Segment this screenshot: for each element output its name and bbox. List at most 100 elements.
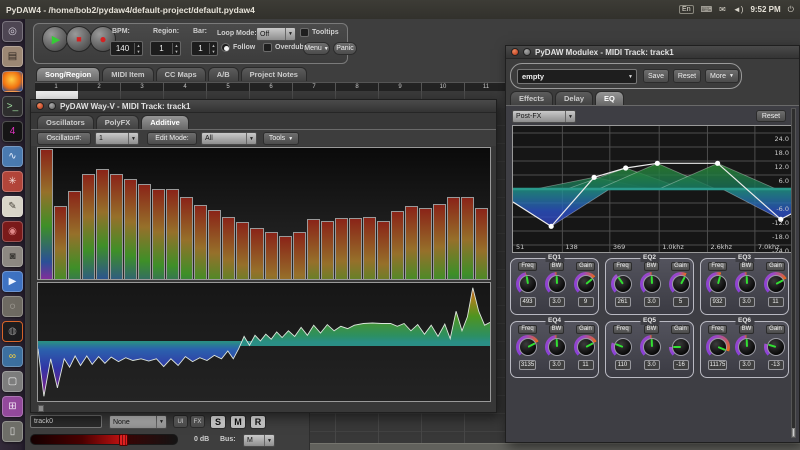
- bus-select[interactable]: M ▼: [243, 434, 275, 447]
- bar-spin-arrows[interactable]: ▲▼: [209, 43, 217, 54]
- harmonic-bar[interactable]: [152, 189, 165, 279]
- eq4-freq-knob[interactable]: [516, 335, 540, 359]
- harmonic-bar[interactable]: [96, 169, 109, 280]
- harmonic-bar[interactable]: [208, 210, 221, 279]
- tab-project-notes[interactable]: Project Notes: [241, 67, 307, 81]
- harmonics-editor[interactable]: [39, 149, 489, 279]
- edit-mode-select[interactable]: All ▼: [201, 132, 257, 145]
- stop-button[interactable]: ■: [66, 26, 92, 52]
- modulex-minimize-icon[interactable]: [523, 48, 531, 56]
- terminal-icon[interactable]: >_: [2, 96, 23, 117]
- preset-save-button[interactable]: Save: [643, 69, 669, 83]
- wavv-bottom-widget[interactable]: [38, 405, 44, 412]
- harmonic-bar[interactable]: [475, 208, 488, 280]
- harmonic-bar[interactable]: [222, 217, 235, 279]
- track-ui-button[interactable]: UI: [173, 415, 188, 428]
- text-editor-icon[interactable]: ✎: [2, 196, 23, 217]
- eq1-gain-knob[interactable]: [574, 272, 598, 296]
- harmonic-bar[interactable]: [405, 206, 418, 279]
- bpm-spinbox[interactable]: 140 ▲▼: [110, 41, 143, 56]
- instrument-select[interactable]: None ▼: [109, 415, 167, 429]
- region-spin-arrows[interactable]: ▲▼: [172, 43, 180, 54]
- dash-home-icon[interactable]: ◎: [2, 21, 23, 42]
- eq-reset-button[interactable]: Reset: [756, 110, 786, 122]
- python-icon[interactable]: ∞: [2, 346, 23, 367]
- eq-node-handle[interactable]: [655, 161, 660, 166]
- eq3-bw-knob[interactable]: [735, 272, 759, 296]
- harmonic-bar[interactable]: [391, 211, 404, 279]
- wavv-titlebar[interactable]: PyDAW Way-V - MIDI Track: track1: [31, 100, 496, 113]
- screenshot-tool-icon[interactable]: ◙: [2, 246, 23, 267]
- clock[interactable]: 9:52 PM: [750, 5, 780, 14]
- bar-spinbox[interactable]: 1 ▲▼: [191, 41, 218, 56]
- volume-slider[interactable]: [30, 434, 178, 445]
- eq2-freq-knob[interactable]: [611, 272, 635, 296]
- eq3-freq-knob[interactable]: [706, 272, 730, 296]
- preset-more-button[interactable]: More ▼: [705, 69, 739, 83]
- loop-mode-select[interactable]: Off ▼: [256, 27, 296, 41]
- harmonic-bar[interactable]: [335, 218, 348, 279]
- eq6-freq-knob[interactable]: [706, 335, 730, 359]
- trash-icon[interactable]: ▯: [2, 421, 23, 442]
- firefox-icon[interactable]: [2, 71, 23, 92]
- harmonic-bar[interactable]: [349, 218, 362, 279]
- wavv-tab-oscillators[interactable]: Oscillators: [37, 115, 94, 129]
- oscillator-number-select[interactable]: 1 ▼: [95, 132, 139, 145]
- eq1-freq-knob[interactable]: [516, 272, 540, 296]
- harmonic-bar[interactable]: [433, 204, 446, 279]
- harmonic-bar[interactable]: [307, 219, 320, 279]
- tools-button[interactable]: Tools ▼: [263, 132, 299, 145]
- eq2-bw-knob[interactable]: [640, 272, 664, 296]
- eq2-gain-knob[interactable]: [669, 272, 693, 296]
- modulex-tab-eq[interactable]: EQ: [595, 91, 624, 105]
- wavv-tab-polyfx[interactable]: PolyFX: [96, 115, 139, 129]
- harmonics-editor-panel[interactable]: [37, 147, 491, 280]
- harmonic-bar[interactable]: [82, 174, 95, 279]
- session-menu-icon[interactable]: ⏻: [788, 5, 794, 15]
- eq-graph-panel[interactable]: 511383691.0khz2.6khz7.0khz24.018.012.06.…: [512, 125, 793, 253]
- harmonic-bar[interactable]: [321, 221, 334, 280]
- eq4-bw-knob[interactable]: [545, 335, 569, 359]
- eq-node-handle[interactable]: [549, 224, 554, 229]
- harmonic-bar[interactable]: [166, 189, 179, 279]
- modulex-scrollbar-thumb[interactable]: [792, 428, 795, 437]
- eq1-bw-knob[interactable]: [545, 272, 569, 296]
- eq5-freq-knob[interactable]: [611, 335, 635, 359]
- harmonic-bar[interactable]: [68, 191, 81, 279]
- network-tool-icon[interactable]: ✳: [2, 171, 23, 192]
- harmonic-bar[interactable]: [180, 197, 193, 279]
- pydaw4-icon[interactable]: 4: [2, 121, 23, 142]
- bpm-spin-arrows[interactable]: ▲▼: [134, 43, 142, 54]
- harmonic-bar[interactable]: [265, 232, 278, 279]
- eq-node-handle[interactable]: [592, 175, 597, 180]
- harmonic-bar[interactable]: [138, 184, 151, 279]
- harmonic-bar[interactable]: [54, 206, 67, 279]
- audio-monitor-icon[interactable]: ∿: [2, 146, 23, 167]
- eq3-gain-knob[interactable]: [764, 272, 788, 296]
- region-spinbox[interactable]: 1 ▲▼: [150, 41, 181, 56]
- wavv-close-icon[interactable]: [36, 102, 44, 110]
- routing-select[interactable]: Post-FX ▼: [512, 110, 576, 123]
- eq6-gain-knob[interactable]: [764, 335, 788, 359]
- volume-slider-handle[interactable]: [119, 434, 128, 446]
- modulex-tab-delay[interactable]: Delay: [555, 91, 593, 105]
- active-app-icon[interactable]: ◍: [2, 321, 23, 342]
- eq5-gain-knob[interactable]: [669, 335, 693, 359]
- modulex-tab-effects[interactable]: Effects: [510, 91, 553, 105]
- tab-song-region[interactable]: Song/Region: [36, 67, 100, 81]
- track-fx-button[interactable]: FX: [190, 415, 205, 428]
- eq4-gain-knob[interactable]: [574, 335, 598, 359]
- tab-midi-item[interactable]: MIDI Item: [102, 67, 153, 81]
- sound-icon[interactable]: ◄): [733, 5, 744, 14]
- menu-button[interactable]: Menu ▼: [303, 42, 330, 55]
- harmonic-bar[interactable]: [447, 197, 460, 279]
- preset-reset-button[interactable]: Reset: [673, 69, 701, 83]
- workspaces-icon[interactable]: ⊞: [2, 396, 23, 417]
- eq-node-handle[interactable]: [715, 161, 720, 166]
- modulex-close-icon[interactable]: [511, 48, 519, 56]
- panic-button[interactable]: Panic: [333, 42, 357, 55]
- waveform-view-panel[interactable]: [37, 282, 491, 402]
- text-entry-icon[interactable]: ⌨: [701, 5, 713, 14]
- harmonic-bar[interactable]: [250, 228, 263, 279]
- files-icon[interactable]: ▤: [2, 46, 23, 67]
